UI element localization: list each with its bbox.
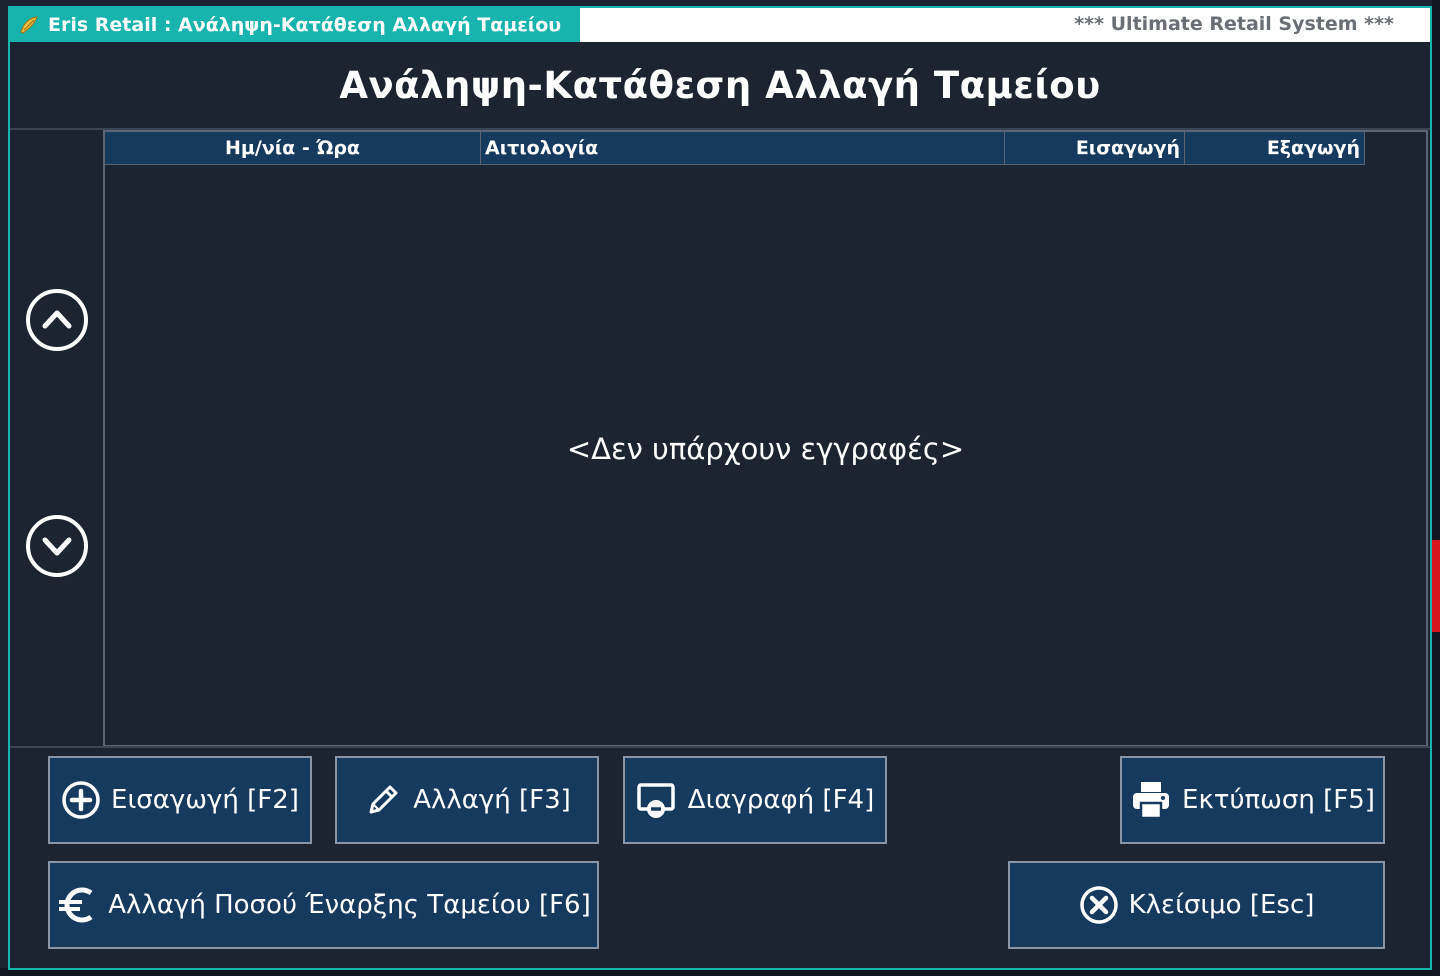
background-app-edge (1432, 0, 1440, 976)
change-opening-amount-label: Αλλαγή Ποσού Έναρξης Ταμείου [F6] (108, 890, 591, 920)
records-grid[interactable]: Ημ/νία - Ώρα Αιτιολογία Εισαγωγή Εξαγωγή… (103, 130, 1428, 747)
footer-divider (10, 746, 1430, 748)
edit-button[interactable]: Αλλαγή [F3] (335, 756, 599, 844)
euro-icon (56, 884, 98, 926)
column-header-datetime[interactable]: Ημ/νία - Ώρα (105, 132, 481, 164)
print-button-label: Εκτύπωση [F5] (1182, 785, 1375, 815)
title-bar: Eris Retail : Ανάληψη-Κατάθεση Αλλαγή Τα… (10, 8, 1430, 42)
empty-records-message: <Δεν υπάρχουν εγγραφές> (566, 432, 965, 466)
app-logo-icon (18, 14, 40, 36)
background-red-strip (1432, 540, 1440, 632)
scroll-down-button[interactable] (26, 515, 88, 577)
delete-button-label: Διαγραφή [F4] (687, 785, 875, 815)
page-title: Ανάληψη-Κατάθεση Αλλαγή Ταμείου (339, 63, 1101, 107)
change-opening-amount-button[interactable]: Αλλαγή Ποσού Έναρξης Ταμείου [F6] (48, 861, 599, 949)
plus-circle-icon (61, 780, 101, 820)
system-label: *** Ultimate Retail System *** (1074, 13, 1394, 35)
edit-button-label: Αλλαγή [F3] (413, 785, 571, 815)
grid-header: Ημ/νία - Ώρα Αιτιολογία Εισαγωγή Εξαγωγή (105, 132, 1365, 165)
delete-button[interactable]: Διαγραφή [F4] (623, 756, 887, 844)
pencil-icon (363, 780, 403, 820)
scroll-up-button[interactable] (26, 289, 88, 351)
page-header: Ανάληψη-Κατάθεση Αλλαγή Ταμείου (10, 42, 1430, 130)
window-title: Eris Retail : Ανάληψη-Κατάθεση Αλλαγή Τα… (48, 14, 562, 36)
close-circle-icon (1079, 885, 1119, 925)
chevron-up-circle-icon (42, 310, 72, 329)
insert-button[interactable]: Εισαγωγή [F2] (48, 756, 312, 844)
column-header-deposit[interactable]: Εισαγωγή (1005, 132, 1185, 164)
chevron-down-circle-icon (42, 537, 72, 556)
close-button-label: Κλείσιμο [Esc] (1128, 890, 1315, 920)
print-button[interactable]: Εκτύπωση [F5] (1120, 756, 1385, 844)
insert-button-label: Εισαγωγή [F2] (111, 785, 299, 815)
column-header-withdrawal[interactable]: Εξαγωγή (1185, 132, 1365, 164)
title-bar-caption: Eris Retail : Ανάληψη-Κατάθεση Αλλαγή Τα… (10, 8, 580, 42)
screen-minus-icon (636, 780, 678, 820)
dialog-window: Eris Retail : Ανάληψη-Κατάθεση Αλλαγή Τα… (8, 6, 1432, 970)
printer-icon (1130, 779, 1172, 821)
close-button[interactable]: Κλείσιμο [Esc] (1008, 861, 1385, 949)
column-header-reason[interactable]: Αιτιολογία (481, 132, 1005, 164)
